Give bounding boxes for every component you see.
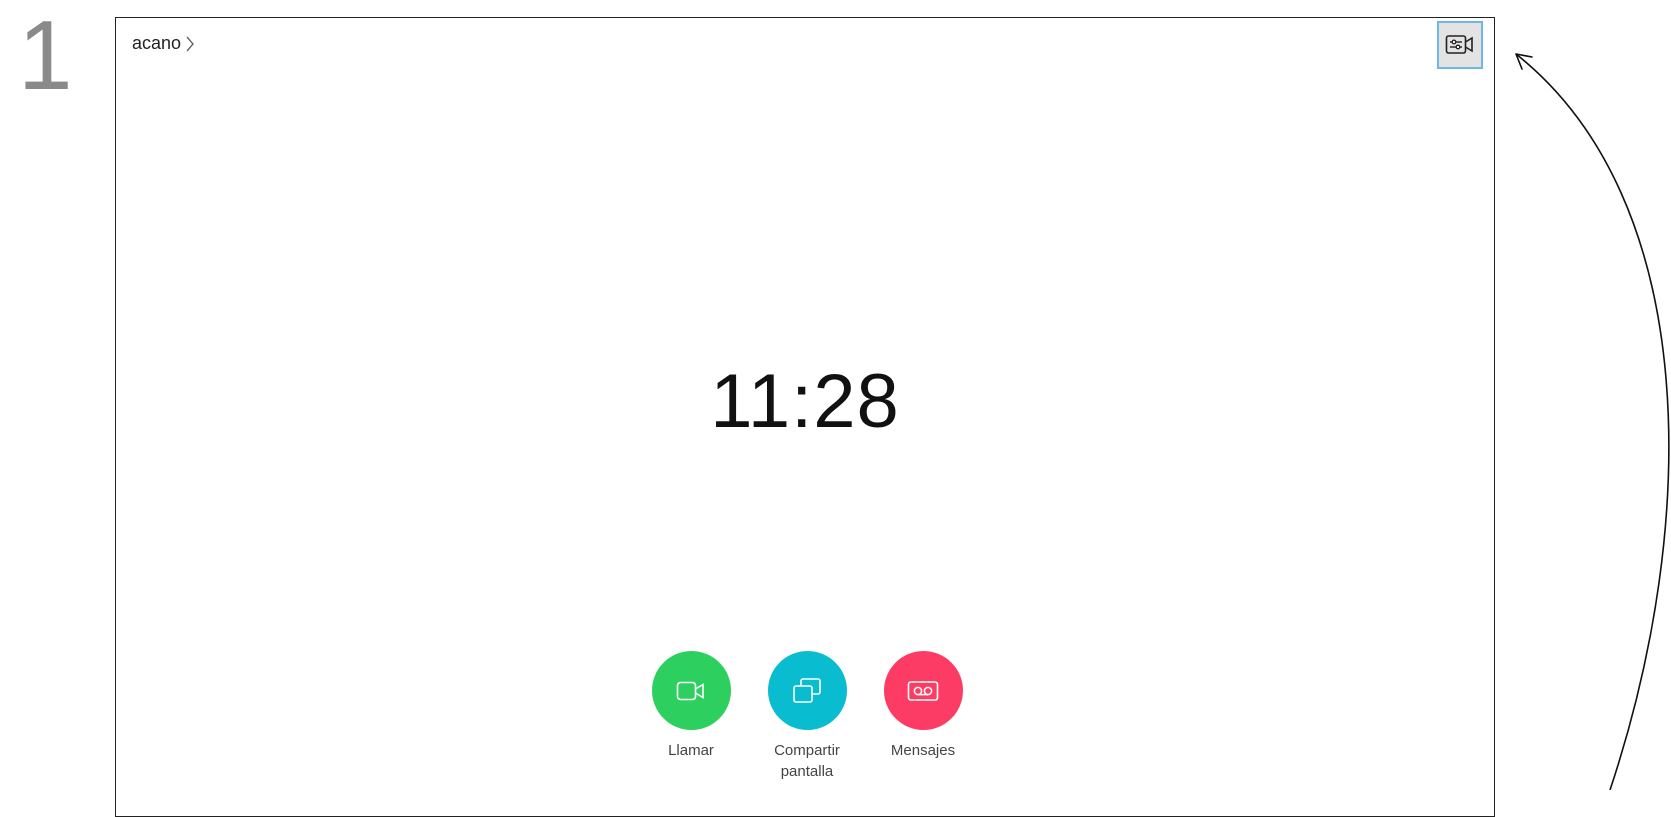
callout-arrow	[1515, 53, 1670, 790]
